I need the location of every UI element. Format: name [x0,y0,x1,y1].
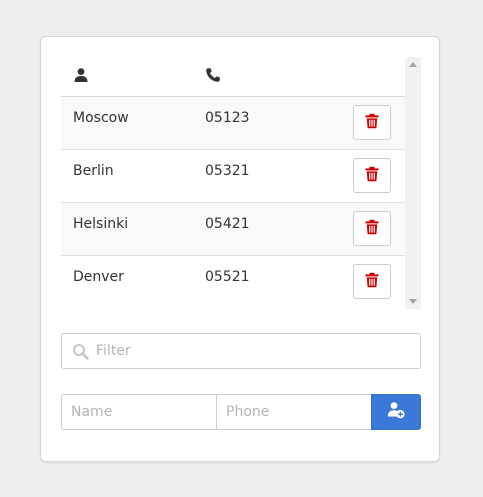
scroll-down-arrow[interactable] [409,299,417,304]
table-header [61,57,405,97]
delete-button[interactable] [353,211,391,246]
table-row: Denver 05521 [61,256,405,309]
table-scrollbar[interactable] [405,57,421,309]
delete-button[interactable] [353,158,391,193]
delete-button[interactable] [353,105,391,140]
trash-icon [364,113,380,133]
contact-phone: 05421 [205,216,250,232]
contacts-table: Moscow 05123 Berlin 05321 Helsinki 05421… [61,57,405,309]
contact-name: Berlin [73,163,114,179]
add-user-icon [387,401,405,423]
filter-input[interactable] [96,334,414,368]
scroll-thumb[interactable] [408,73,418,273]
delete-button[interactable] [353,264,391,299]
scroll-up-arrow[interactable] [409,62,417,67]
add-contact-form [61,394,421,430]
contact-phone: 05123 [205,110,250,126]
table-row: Moscow 05123 [61,97,405,150]
contact-phone: 05521 [205,269,250,285]
contact-phone: 05321 [205,163,250,179]
search-icon [72,343,89,360]
contact-name: Denver [73,269,124,285]
name-input[interactable] [61,394,217,430]
trash-icon [364,166,380,186]
trash-icon [364,272,380,292]
phone-input[interactable] [216,394,372,430]
phone-icon [205,67,221,83]
contacts-card: Moscow 05123 Berlin 05321 Helsinki 05421… [40,36,440,462]
table-row: Berlin 05321 [61,150,405,203]
contact-name: Helsinki [73,216,129,232]
add-contact-button[interactable] [371,394,421,430]
filter-field [61,333,421,369]
contacts-table-container: Moscow 05123 Berlin 05321 Helsinki 05421… [61,57,421,309]
table-row: Helsinki 05421 [61,203,405,256]
user-icon [73,67,89,83]
contact-name: Moscow [73,110,129,126]
trash-icon [364,219,380,239]
